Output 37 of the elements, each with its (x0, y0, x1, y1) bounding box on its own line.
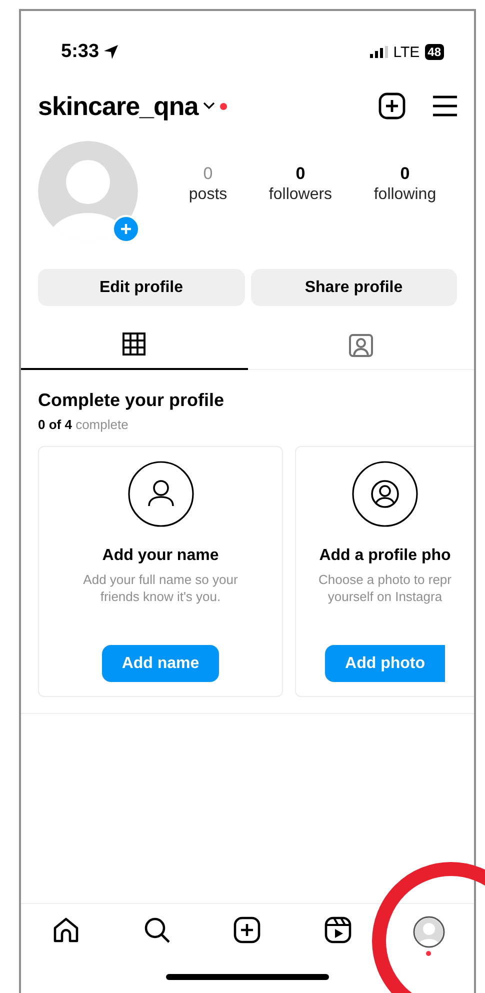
stat-count: 0 (296, 164, 306, 184)
network-label: LTE (393, 44, 420, 60)
stat-label: followers (268, 186, 332, 204)
profile-avatar-icon[interactable] (412, 916, 445, 948)
add-photo-icon[interactable] (112, 215, 140, 243)
card-title: Add your name (102, 547, 219, 565)
card-description: Choose a photo to repr (318, 571, 452, 588)
plus-square-icon[interactable] (233, 916, 262, 944)
stat-label: posts (188, 186, 228, 204)
battery-indicator: 48 (424, 44, 444, 60)
menu-icon[interactable] (432, 95, 458, 117)
avatar-placeholder[interactable] (38, 141, 138, 241)
section-title: Complete your profile (38, 390, 226, 411)
card-description: friends know it's you. (100, 588, 221, 605)
location-arrow-icon (103, 44, 120, 60)
plus-square-icon[interactable] (378, 92, 406, 120)
grid-icon (122, 332, 146, 356)
status-time: 5:33 (61, 41, 100, 63)
tagged-person-icon (348, 332, 374, 358)
stat-count: 0 (400, 164, 410, 184)
person-outline-icon (128, 461, 194, 527)
card-title: Add a profile pho (319, 547, 451, 565)
card-description: yourself on Instagra (328, 588, 442, 605)
home-icon[interactable] (52, 916, 80, 944)
profile-tab[interactable] (21, 332, 248, 370)
signal-icon (370, 46, 388, 58)
chevron-down-icon[interactable] (203, 102, 216, 110)
card-description: Add your full name so your (83, 571, 238, 588)
profile-circle-icon (352, 461, 418, 527)
profile-action-button[interactable]: Edit profile (38, 269, 244, 306)
profile-action-button[interactable]: Share profile (250, 269, 457, 306)
progress-text: 0 of 4 complete (38, 417, 130, 432)
stat-label: following (374, 186, 436, 204)
stat-count: 0 (203, 164, 213, 184)
username[interactable]: skincare_qna (38, 90, 198, 122)
search-icon[interactable] (142, 916, 171, 944)
reels-icon[interactable] (324, 916, 352, 944)
